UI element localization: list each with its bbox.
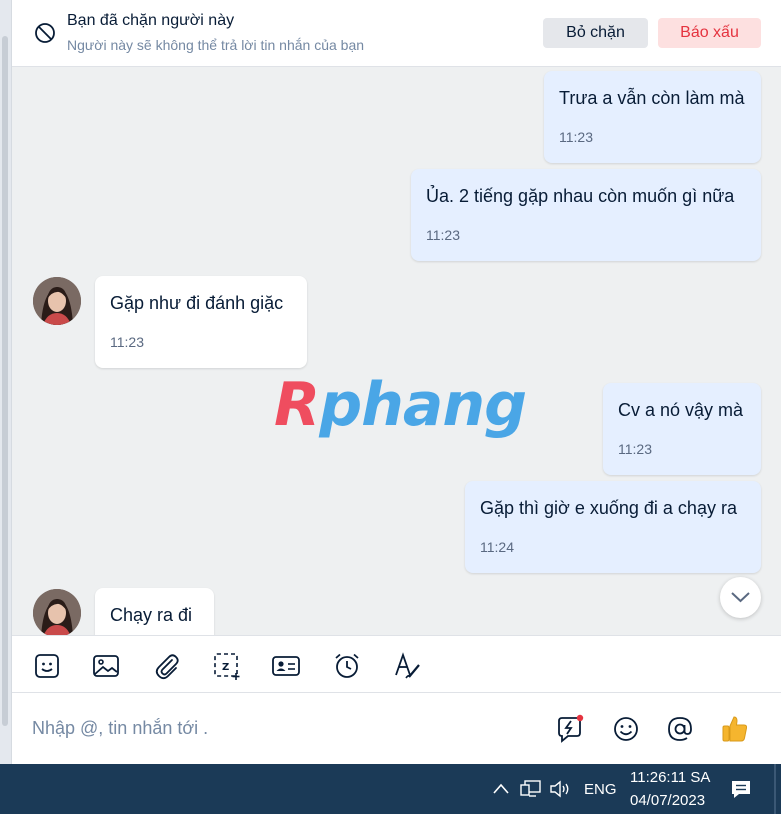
- chevron-up-icon[interactable]: [492, 782, 510, 796]
- show-desktop-edge[interactable]: [774, 764, 776, 814]
- thumbs-up-icon: [722, 716, 748, 742]
- message-bubble[interactable]: Gặp như đi đánh giặc 11:23: [95, 276, 307, 368]
- scroll-to-bottom-button[interactable]: [720, 577, 761, 618]
- attach-file-button[interactable]: [152, 651, 182, 681]
- svg-text:Z: Z: [222, 662, 229, 673]
- mention-button[interactable]: [664, 713, 696, 745]
- blocked-title: Bạn đã chặn người này: [67, 12, 235, 29]
- report-button[interactable]: Báo xấu: [658, 18, 761, 48]
- avatar-photo: [33, 589, 81, 635]
- contact-avatar[interactable]: [33, 277, 81, 325]
- blocked-banner: Bạn đã chặn người này Người này sẽ không…: [12, 0, 781, 67]
- unblock-button[interactable]: Bỏ chặn: [543, 18, 648, 48]
- composer-toolbar: Z: [12, 635, 781, 693]
- message-text: Gặp thì giờ e xuống đi a chạy ra: [480, 498, 737, 518]
- message-input[interactable]: [22, 711, 542, 745]
- message-text: Cv a nó vậy mà: [618, 400, 744, 420]
- text-format-icon: [395, 652, 420, 679]
- avatar-photo: [33, 277, 81, 325]
- emoji-button[interactable]: [610, 713, 642, 745]
- message-bubble[interactable]: Chạy ra đi: [95, 588, 214, 635]
- message-time: 11:23: [618, 441, 652, 457]
- contact-card-icon: [272, 656, 300, 676]
- message-bubble[interactable]: Trưa a vẫn còn làm mà 11:23: [544, 71, 761, 163]
- sticker-icon: [35, 654, 59, 678]
- message-time: 11:24: [480, 539, 514, 555]
- input-language[interactable]: ENG: [584, 781, 617, 798]
- message-time: 11:23: [110, 334, 144, 350]
- emoji-icon: [614, 717, 638, 741]
- text-format-button[interactable]: [392, 651, 422, 681]
- message-bubble[interactable]: Gặp thì giờ e xuống đi a chạy ra 11:24: [465, 481, 761, 573]
- contact-avatar[interactable]: [33, 589, 81, 635]
- contact-card-button[interactable]: [271, 651, 301, 681]
- mention-icon: [668, 717, 692, 741]
- reminder-icon: [335, 653, 359, 678]
- message-bubble[interactable]: Cv a nó vậy mà 11:23: [603, 383, 761, 475]
- chevron-down-icon: [731, 592, 750, 603]
- clock-date[interactable]: 04/07/2023: [630, 792, 705, 809]
- attachment-icon: [155, 654, 179, 680]
- message-bubble[interactable]: Ủa. 2 tiếng gặp nhau còn muốn gì nữa 11:…: [411, 169, 761, 261]
- window-left-edge: [0, 0, 12, 764]
- quick-message-icon: [558, 714, 584, 743]
- quick-message-button[interactable]: [554, 713, 586, 745]
- message-time: 11:23: [559, 129, 593, 145]
- windows-taskbar: ENG 11:26:11 SA 04/07/2023: [0, 764, 781, 814]
- message-text: Gặp như đi đánh giặc: [110, 293, 284, 313]
- message-list[interactable]: Trưa a vẫn còn làm mà 11:23 Ủa. 2 tiếng …: [12, 67, 781, 635]
- image-button[interactable]: [91, 651, 121, 681]
- image-icon: [93, 655, 119, 677]
- message-time: 11:23: [426, 227, 460, 243]
- message-text: Trưa a vẫn còn làm mà: [559, 88, 745, 108]
- like-button[interactable]: [718, 713, 750, 745]
- screenshot-button[interactable]: Z: [212, 651, 242, 681]
- sticker-button[interactable]: [32, 651, 62, 681]
- network-icon[interactable]: [520, 779, 542, 799]
- screenshot-icon: Z: [214, 653, 240, 680]
- message-text: Chạy ra đi: [110, 605, 193, 625]
- sidebar-scrollbar[interactable]: [2, 36, 8, 726]
- message-composer: [12, 693, 781, 764]
- blocked-subtitle: Người này sẽ không thể trả lời tin nhắn …: [67, 37, 365, 53]
- volume-icon[interactable]: [549, 779, 573, 799]
- clock-time[interactable]: 11:26:11 SA: [630, 769, 710, 786]
- message-text: Ủa. 2 tiếng gặp nhau còn muốn gì nữa: [426, 186, 735, 206]
- block-icon: [35, 23, 55, 43]
- reminder-button[interactable]: [332, 651, 362, 681]
- notification-icon[interactable]: [730, 779, 752, 799]
- watermark-logo: Rphang: [274, 370, 527, 440]
